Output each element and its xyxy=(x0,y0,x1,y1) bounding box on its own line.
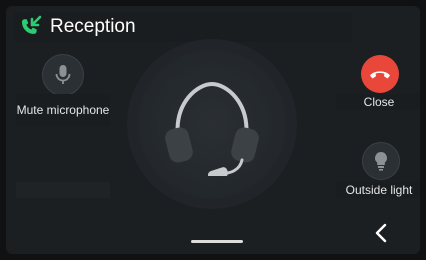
back-button[interactable] xyxy=(366,220,396,246)
microphone-icon xyxy=(55,65,71,84)
page-title: Reception xyxy=(50,16,136,37)
close-label: Close xyxy=(336,94,420,110)
header-bar: Reception xyxy=(14,12,352,42)
light-bulb-icon xyxy=(375,152,387,171)
empty-slot xyxy=(16,182,110,198)
headset-icon xyxy=(165,81,259,176)
outside-light-button[interactable] xyxy=(362,142,400,180)
outside-light-label: Outside light xyxy=(336,182,420,198)
close-call-button[interactable] xyxy=(361,55,399,93)
chevron-left-icon xyxy=(375,223,387,243)
hang-up-icon xyxy=(370,71,390,79)
incoming-call-icon xyxy=(22,15,42,34)
mute-microphone-button[interactable] xyxy=(42,54,84,96)
intercom-screen: Reception Mute microphone Close Outside xyxy=(6,6,420,254)
home-indicator[interactable] xyxy=(191,240,243,243)
mute-microphone-label: Mute microphone xyxy=(16,94,110,126)
